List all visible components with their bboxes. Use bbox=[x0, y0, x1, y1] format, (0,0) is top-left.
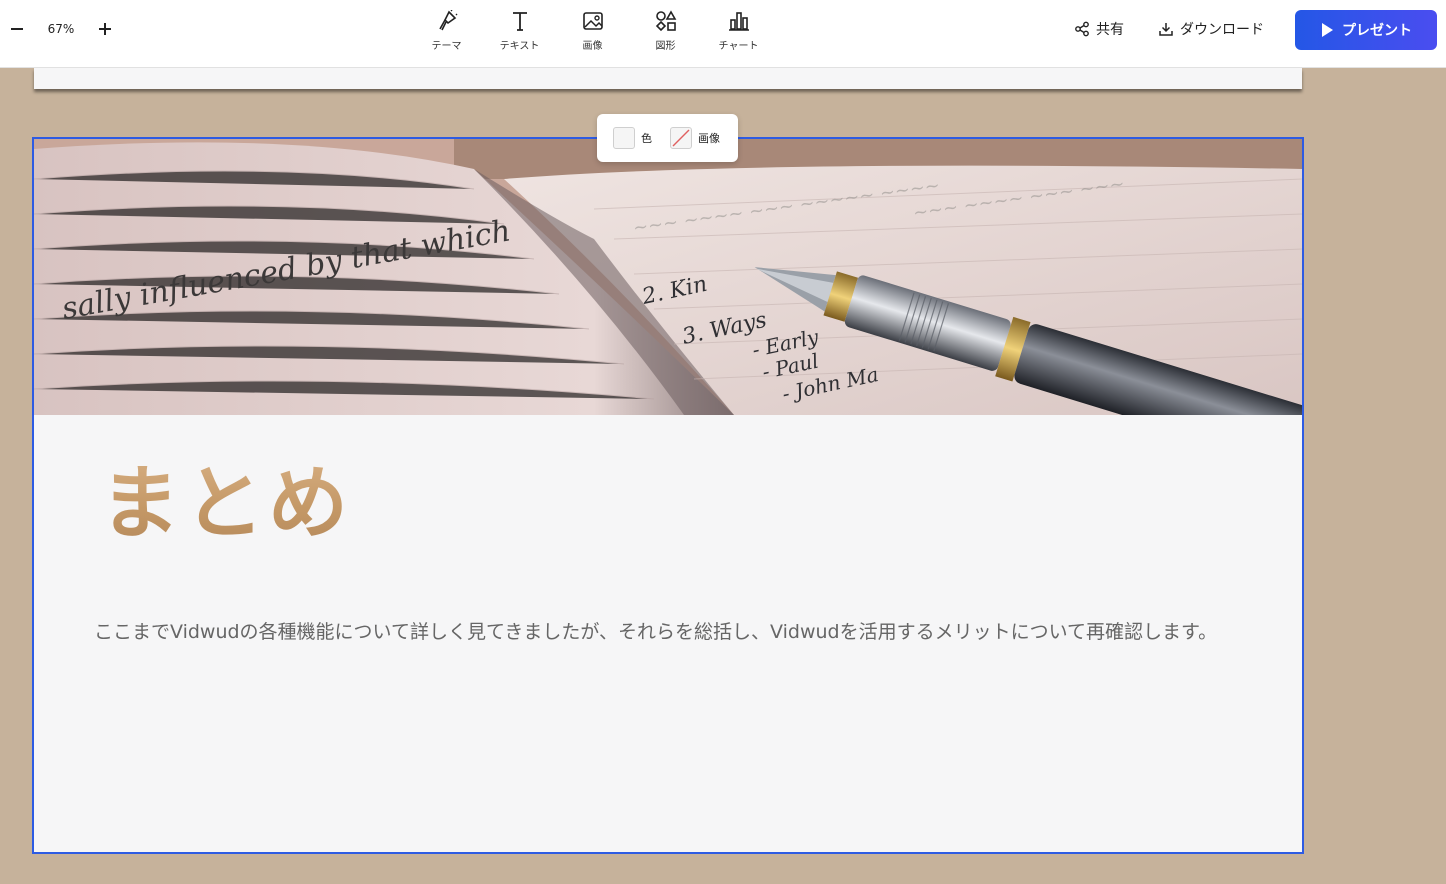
image-icon bbox=[581, 8, 605, 34]
share-label: 共有 bbox=[1096, 22, 1124, 38]
minus-icon bbox=[11, 28, 23, 30]
zoom-in-button[interactable] bbox=[92, 16, 118, 42]
download-icon bbox=[1159, 23, 1173, 36]
share-button[interactable]: 共有 bbox=[1066, 16, 1132, 42]
theme-icon bbox=[435, 8, 459, 34]
tool-label: テーマ bbox=[431, 41, 462, 52]
play-icon bbox=[1322, 23, 1333, 37]
background-image-option[interactable]: 画像 bbox=[670, 127, 720, 149]
no-image-icon bbox=[670, 127, 692, 149]
previous-slide[interactable] bbox=[34, 68, 1302, 89]
tool-text[interactable]: テキスト bbox=[483, 8, 556, 58]
tool-chart[interactable]: チャート bbox=[702, 8, 775, 58]
zoom-level[interactable]: 67% bbox=[44, 22, 78, 36]
tool-image[interactable]: 画像 bbox=[556, 8, 629, 58]
present-button[interactable]: プレゼント bbox=[1295, 10, 1437, 50]
color-swatch bbox=[613, 127, 635, 149]
top-toolbar: 67% テーマ テキスト 画像 図形 チャート 共有 ダウンロード プレゼント bbox=[0, 0, 1446, 68]
insert-tools: テーマ テキスト 画像 図形 チャート bbox=[410, 8, 775, 58]
hero-image[interactable]: sally influenced by that which ~~~ ~~~~ … bbox=[34, 139, 1302, 415]
text-icon bbox=[508, 8, 532, 34]
download-label: ダウンロード bbox=[1180, 22, 1264, 38]
slide-title[interactable]: まとめ bbox=[100, 439, 352, 555]
shapes-icon bbox=[654, 8, 678, 34]
tool-label: テキスト bbox=[499, 41, 540, 52]
present-label: プレゼント bbox=[1342, 23, 1412, 39]
share-icon bbox=[1075, 21, 1089, 37]
zoom-out-button[interactable] bbox=[4, 16, 30, 42]
current-slide[interactable]: sally influenced by that which ~~~ ~~~~ … bbox=[32, 137, 1304, 854]
tool-label: 画像 bbox=[582, 41, 603, 52]
tool-label: 図形 bbox=[655, 41, 676, 52]
background-color-option[interactable]: 色 bbox=[613, 127, 652, 149]
tool-theme[interactable]: テーマ bbox=[410, 8, 483, 58]
slide-body-text[interactable]: ここまでVidwudの各種機能について詳しく見てきましたが、それらを総括し、Vi… bbox=[94, 617, 1244, 647]
background-image-label: 画像 bbox=[698, 132, 720, 145]
tool-label: チャート bbox=[718, 41, 759, 52]
background-options-popover: 色 画像 bbox=[597, 114, 738, 162]
tool-shapes[interactable]: 図形 bbox=[629, 8, 702, 58]
chart-icon bbox=[727, 8, 751, 34]
background-color-label: 色 bbox=[641, 132, 652, 145]
notebook-pen-illustration: sally influenced by that which ~~~ ~~~~ … bbox=[34, 139, 1302, 415]
plus-icon bbox=[99, 23, 111, 35]
download-button[interactable]: ダウンロード bbox=[1150, 16, 1272, 42]
